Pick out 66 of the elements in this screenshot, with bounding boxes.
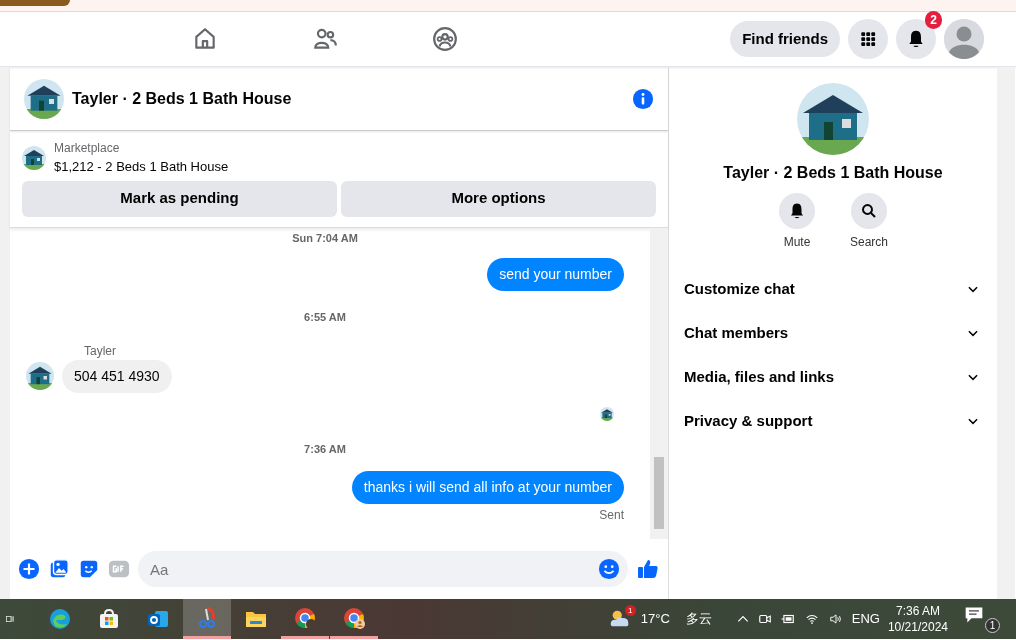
chat-title: Tayler · 2 Beds 1 Bath House	[72, 88, 292, 109]
home-icon	[192, 26, 218, 52]
speaker-icon	[827, 612, 844, 626]
listing-title: $1,212 - 2 Beds 1 Bath House	[54, 158, 229, 176]
house-photo	[26, 362, 54, 390]
notification-center-button[interactable]	[964, 605, 984, 625]
sticker-icon	[78, 558, 100, 580]
message-field[interactable]: Aa	[138, 551, 628, 587]
message-bubble: thanks i will send all info at your number	[351, 471, 624, 504]
timestamp: 6:55 AM	[303, 310, 347, 325]
section-toggle[interactable]: Privacy & support	[678, 399, 988, 443]
read-receipt-photo	[600, 406, 614, 421]
timestamp: Sun 7:04 AM	[291, 230, 359, 246]
notification-count: 1	[985, 618, 1000, 633]
thumbs-up-icon	[636, 557, 660, 581]
sender-name: Tayler	[84, 342, 117, 360]
section-toggle[interactable]: Customize chat	[678, 267, 988, 311]
shopping-bag-icon	[97, 607, 121, 631]
message-bubble: 504 451 4930	[62, 359, 172, 393]
conversation-title: Tayler · 2 Beds 1 Bath House	[723, 163, 943, 183]
clock-time: 7:36 AM	[895, 603, 940, 619]
language-indicator[interactable]: ENG	[851, 609, 880, 629]
house-photo	[24, 78, 64, 119]
browser-icon	[48, 607, 72, 631]
scrollbar[interactable]	[997, 67, 1015, 599]
grid-menu-icon	[858, 29, 878, 49]
message-bubble: send your number	[487, 258, 624, 291]
plus-icon	[18, 558, 40, 580]
search-icon	[860, 202, 878, 220]
chrome-icon	[293, 605, 317, 630]
chrome-icon	[342, 605, 366, 630]
listing-source: Marketplace	[54, 140, 121, 157]
weather-condition: 多云	[685, 610, 712, 629]
message-icon	[964, 605, 984, 625]
browser-tab-edge	[0, 0, 70, 6]
people-icon	[312, 26, 338, 52]
clock-date: 10/21/2024	[887, 619, 948, 635]
listing-button[interactable]: More options	[341, 180, 656, 217]
clock[interactable]: 7:36 AM 10/21/2024	[887, 603, 948, 635]
bell-icon	[788, 202, 806, 220]
account-button[interactable]	[944, 19, 984, 59]
notification-count: 2	[925, 11, 942, 29]
scrollbar[interactable]	[650, 227, 668, 539]
wifi-icon	[803, 612, 820, 626]
timestamp: 7:36 AM	[303, 441, 347, 457]
action-button[interactable]	[851, 193, 887, 229]
scrollbar[interactable]	[0, 67, 10, 599]
group-icon	[432, 26, 458, 52]
message-status: Sent	[599, 507, 624, 524]
weather-alert-badge: 1	[624, 605, 636, 616]
gif-icon	[108, 558, 130, 580]
action-button[interactable]	[779, 193, 815, 229]
info-icon	[632, 87, 654, 110]
temperature: 17°C	[640, 610, 670, 629]
find-friends-button[interactable]: Find friends	[730, 21, 840, 57]
image-icon	[48, 558, 70, 580]
listing-button[interactable]: Mark as pending	[22, 180, 337, 217]
section-toggle[interactable]: Chat members	[678, 311, 988, 355]
house-photo	[22, 145, 46, 170]
section-toggle[interactable]: Media, files and links	[678, 355, 988, 399]
battery-icon	[779, 612, 796, 626]
emoji-icon	[598, 558, 620, 580]
menu-button[interactable]	[848, 19, 888, 59]
action-label: Mute	[783, 234, 811, 251]
avatar-icon	[944, 19, 984, 59]
action-label: Search	[850, 234, 888, 251]
